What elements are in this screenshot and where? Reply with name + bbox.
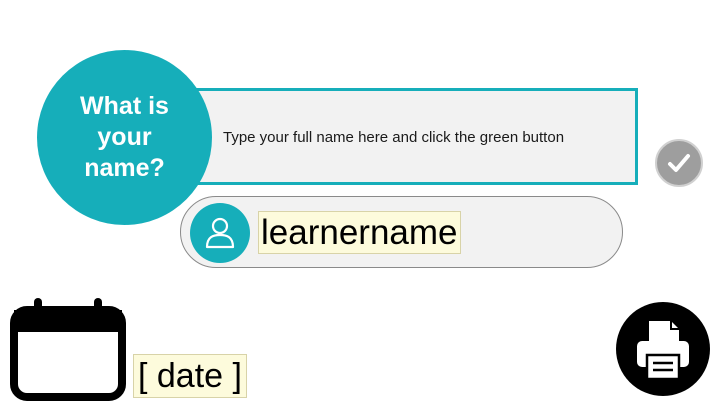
question-line-2: your [97, 123, 152, 151]
calendar-icon [10, 297, 126, 406]
checkmark-icon [668, 154, 690, 172]
print-button[interactable] [616, 302, 710, 396]
date-field: [ date ] [133, 354, 247, 398]
question-badge: What is your name? [37, 50, 212, 225]
question-line-3: name? [84, 154, 165, 182]
avatar [190, 203, 250, 263]
user-icon [205, 217, 235, 249]
submit-check-button[interactable] [655, 139, 703, 187]
learner-name-value: learnername [258, 211, 461, 254]
question-line-1: What is [80, 92, 169, 120]
printer-icon [637, 321, 689, 381]
name-instruction-text: Type your full name here and click the g… [223, 129, 565, 146]
